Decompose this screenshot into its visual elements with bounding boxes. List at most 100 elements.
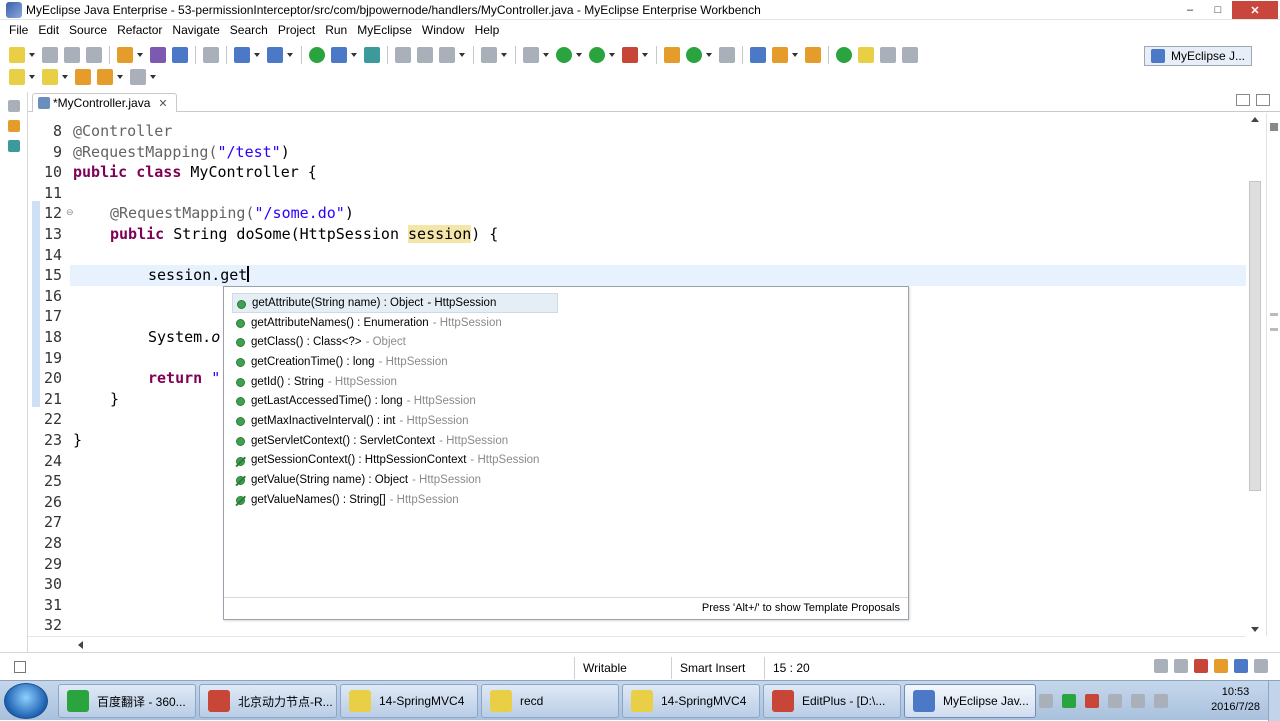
next-annotation-icon[interactable] xyxy=(9,69,25,85)
cut-icon[interactable] xyxy=(395,47,411,63)
new-wizard-icon[interactable] xyxy=(117,47,133,63)
new-class-icon[interactable] xyxy=(686,47,702,63)
pen-icon[interactable] xyxy=(772,47,788,63)
globe-icon[interactable] xyxy=(364,47,380,63)
proposal-item[interactable]: getValueNames() : String[] - HttpSession xyxy=(224,490,908,510)
tab-mycontroller-java[interactable]: *MyController.java ✕ xyxy=(32,93,177,112)
run-dropdown-icon[interactable] xyxy=(575,47,583,63)
search-icon[interactable] xyxy=(234,47,250,63)
search-dropdown-icon[interactable] xyxy=(253,47,261,63)
save-icon[interactable] xyxy=(42,47,58,63)
next-annotation-dropdown-icon[interactable] xyxy=(28,69,36,85)
proposal-list[interactable]: getAttribute(String name) : Object - Http… xyxy=(224,293,908,510)
open-type-icon[interactable] xyxy=(150,47,166,63)
restore-icon[interactable] xyxy=(8,100,20,112)
browser-dropdown-icon[interactable] xyxy=(350,47,358,63)
fast-view-icon[interactable] xyxy=(14,661,26,673)
back-icon[interactable] xyxy=(97,69,113,85)
status-tray-icon[interactable] xyxy=(1194,659,1208,673)
previous-annotation-dropdown-icon[interactable] xyxy=(61,69,69,85)
back-dropdown-icon[interactable] xyxy=(116,69,124,85)
run-last-icon[interactable] xyxy=(589,47,605,63)
proposal-item[interactable]: getMaxInactiveInterval() : int - HttpSess… xyxy=(224,411,908,431)
taskbar-button[interactable]: 北京动力节点-R... xyxy=(199,684,337,718)
open-perspective-icon[interactable] xyxy=(805,47,821,63)
external-tools-icon[interactable] xyxy=(622,47,638,63)
taskbar-button[interactable]: 14-SpringMVC4 xyxy=(340,684,478,718)
menu-source[interactable]: Source xyxy=(64,23,112,37)
menu-navigate[interactable]: Navigate xyxy=(167,23,224,37)
proposal-item[interactable]: getServletContext() : ServletContext - Ht… xyxy=(224,431,908,451)
highlight-icon[interactable] xyxy=(858,47,874,63)
overview-mark[interactable] xyxy=(1270,328,1278,331)
proposal-item[interactable]: getSessionContext() : HttpSessionContext… xyxy=(224,451,908,471)
menu-refactor[interactable]: Refactor xyxy=(112,23,167,37)
new-class-dropdown-icon[interactable] xyxy=(705,47,713,63)
menu-project[interactable]: Project xyxy=(273,23,320,37)
open-task-icon[interactable] xyxy=(719,47,735,63)
proposal-item[interactable]: getId() : String - HttpSession xyxy=(224,372,908,392)
status-tray-icon[interactable] xyxy=(1234,659,1248,673)
antivirus-icon[interactable] xyxy=(1085,694,1099,708)
show-desktop-button[interactable] xyxy=(1268,681,1280,721)
taskbar-button[interactable]: EditPlus - [D:\... xyxy=(763,684,901,718)
menu-help[interactable]: Help xyxy=(470,23,505,37)
taskbar-button[interactable]: 百度翻译 - 360... xyxy=(58,684,196,718)
debug-icon[interactable] xyxy=(523,47,539,63)
web-search-icon[interactable] xyxy=(267,47,283,63)
web-search-dropdown-icon[interactable] xyxy=(286,47,294,63)
tools-dropdown-icon[interactable] xyxy=(458,47,466,63)
menu-myeclipse[interactable]: MyEclipse xyxy=(352,23,417,37)
perspective-switcher[interactable]: MyEclipse J... xyxy=(1143,46,1252,66)
content-assist-popup[interactable]: getAttribute(String name) : Object - Http… xyxy=(223,286,909,620)
proposal-item[interactable]: getCreationTime() : long - HttpSession xyxy=(224,352,908,372)
run-last-dropdown-icon[interactable] xyxy=(608,47,616,63)
proposal-item[interactable]: getValue(String name) : Object - HttpSess… xyxy=(224,470,908,490)
proposal-item[interactable]: getAttribute(String name) : Object - Http… xyxy=(232,293,558,313)
maximize-button[interactable]: □ xyxy=(1204,1,1232,19)
block-selection-icon[interactable] xyxy=(902,47,918,63)
scroll-thumb[interactable] xyxy=(1249,181,1261,491)
minimize-editor-icon[interactable] xyxy=(1236,94,1250,106)
save-all-icon[interactable] xyxy=(64,47,80,63)
menu-search[interactable]: Search xyxy=(225,23,273,37)
horizontal-scrollbar[interactable] xyxy=(28,636,1246,652)
status-tray-icon[interactable] xyxy=(1174,659,1188,673)
new-dropdown-icon[interactable] xyxy=(28,47,36,63)
input-method-icon[interactable] xyxy=(1154,694,1168,708)
menu-window[interactable]: Window xyxy=(417,23,470,37)
forward-dropdown-icon[interactable] xyxy=(149,69,157,85)
scroll-up-icon[interactable] xyxy=(1251,117,1259,122)
monitor-icon[interactable] xyxy=(481,47,497,63)
server-icon[interactable] xyxy=(203,47,219,63)
status-tray-icon[interactable] xyxy=(1154,659,1168,673)
print-icon[interactable] xyxy=(86,47,102,63)
show-whitespace-icon[interactable] xyxy=(880,47,896,63)
last-edit-location-icon[interactable] xyxy=(75,69,91,85)
vertical-scrollbar[interactable] xyxy=(1246,113,1264,636)
status-tray-icon[interactable] xyxy=(1254,659,1268,673)
copy-icon[interactable] xyxy=(417,47,433,63)
overview-ruler[interactable] xyxy=(1266,113,1280,636)
new-wizard-dropdown-icon[interactable] xyxy=(136,47,144,63)
maximize-editor-icon[interactable] xyxy=(1256,94,1270,106)
keyboard-icon[interactable] xyxy=(1039,694,1053,708)
previous-annotation-icon[interactable] xyxy=(42,69,58,85)
open-resource-icon[interactable] xyxy=(172,47,188,63)
browser-icon[interactable] xyxy=(331,47,347,63)
menu-file[interactable]: File xyxy=(4,23,33,37)
security-shield-icon[interactable] xyxy=(1062,694,1076,708)
warning-overview-icon[interactable] xyxy=(1270,123,1278,131)
menu-run[interactable]: Run xyxy=(320,23,352,37)
network-icon[interactable] xyxy=(1108,694,1122,708)
external-tools-dropdown-icon[interactable] xyxy=(641,47,649,63)
minimize-button[interactable]: – xyxy=(1176,1,1204,19)
open-folder-icon[interactable] xyxy=(750,47,766,63)
forward-icon[interactable] xyxy=(130,69,146,85)
taskbar-button-active[interactable]: MyEclipse Jav... xyxy=(904,684,1036,718)
tools-icon[interactable] xyxy=(439,47,455,63)
start-button[interactable] xyxy=(4,683,48,719)
menu-edit[interactable]: Edit xyxy=(33,23,64,37)
new-package-icon[interactable] xyxy=(664,47,680,63)
scroll-left-icon[interactable] xyxy=(78,641,83,649)
